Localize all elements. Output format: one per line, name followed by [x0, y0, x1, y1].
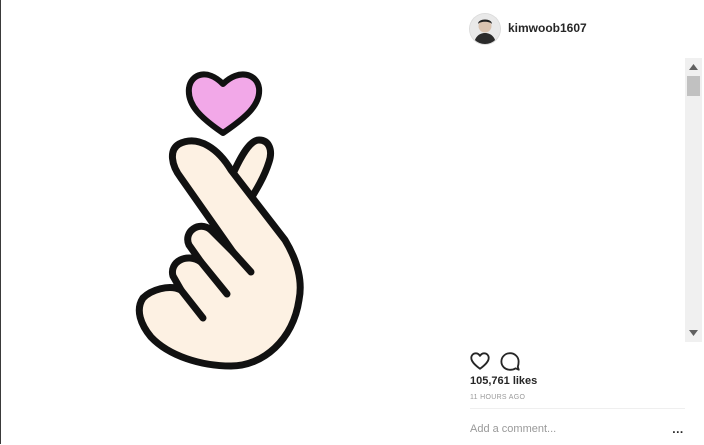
- heart-outline-icon: [470, 352, 490, 370]
- scroll-up-button[interactable]: [685, 60, 702, 74]
- finger-heart-illustration: [135, 71, 304, 370]
- divider: [470, 408, 685, 409]
- triangle-down-icon: [689, 330, 698, 336]
- username-link[interactable]: kimwoob1607: [508, 21, 587, 35]
- heart-shape: [185, 71, 263, 136]
- ellipsis-icon: ...: [672, 422, 684, 436]
- post-timestamp[interactable]: 11 HOURS AGO: [470, 394, 525, 401]
- triangle-up-icon: [689, 64, 698, 70]
- post-header: kimwoob1607: [463, 0, 703, 58]
- comment-button[interactable]: [499, 350, 521, 372]
- comments-scrollbar[interactable]: [685, 58, 702, 342]
- more-options-button[interactable]: ...: [670, 422, 686, 436]
- hand-shape: [135, 136, 304, 370]
- scroll-down-button[interactable]: [685, 326, 702, 340]
- like-button[interactable]: [469, 350, 491, 372]
- comments-area: [463, 58, 685, 342]
- scroll-thumb[interactable]: [687, 76, 700, 96]
- avatar-icon: [470, 14, 500, 44]
- comment-input[interactable]: [468, 419, 662, 439]
- comment-form: ...: [463, 414, 703, 444]
- post-actions: [463, 348, 703, 374]
- speech-bubble-icon: [500, 352, 520, 371]
- post-image[interactable]: [1, 0, 463, 444]
- likes-count[interactable]: 105,761 likes: [470, 375, 537, 387]
- post-panel: kimwoob1607 105,761 likes 11 HOURS AGO A…: [463, 0, 703, 444]
- avatar[interactable]: [470, 14, 500, 44]
